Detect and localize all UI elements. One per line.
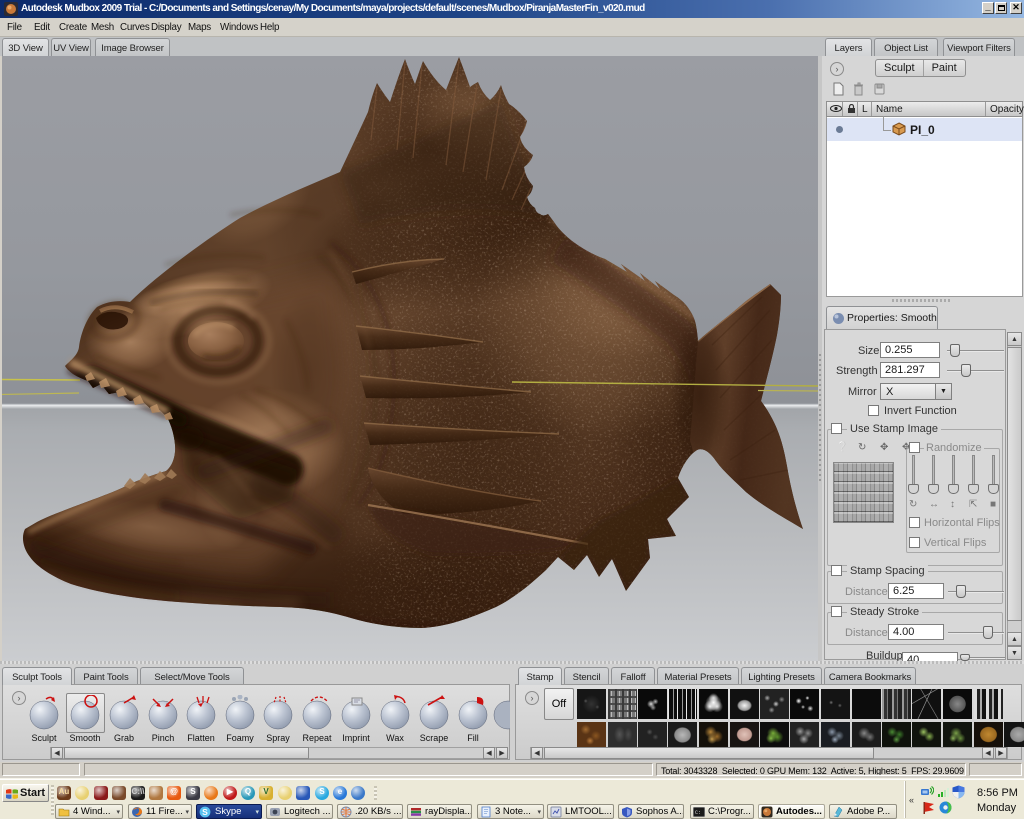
svg-text:C:: C: bbox=[695, 810, 701, 816]
svg-text:S: S bbox=[202, 807, 208, 817]
